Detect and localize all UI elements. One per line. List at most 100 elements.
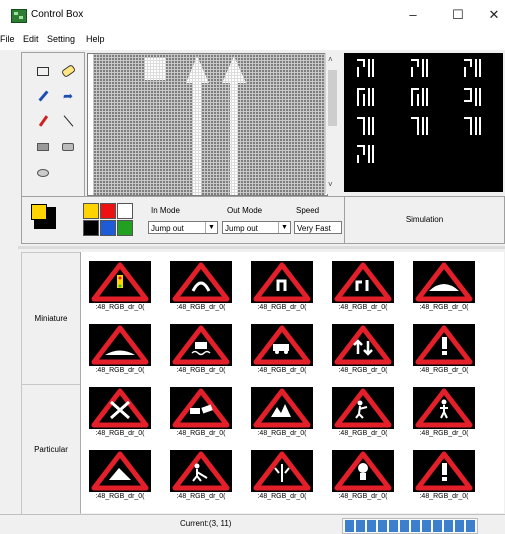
progress-block [389,520,398,532]
simulation-label: Simulation [405,215,444,224]
sign-thumbnail[interactable]: :48_RGB_dr_0( [251,387,313,440]
sign-thumbnail[interactable]: :48_RGB_dr_0( [170,324,232,377]
warning-sign-icon [89,450,151,492]
minimize-button[interactable]: – [393,4,433,26]
editor-arrows [145,56,246,195]
warning-sign-icon [170,450,232,492]
sign-thumbnail-label: :48_RGB_dr_0( [176,493,226,500]
scroll-thumb[interactable] [328,70,337,126]
status-text: Current:(3, 11) [180,519,232,528]
sign-thumbnail-label: :48_RGB_dr_0( [419,304,469,311]
color-swatch-green[interactable] [117,220,133,236]
sign-thumbnail[interactable]: :48_RGB_dr_0( [332,261,394,314]
sign-thumbnail[interactable]: :48_RGB_dr_0( [413,387,475,440]
sign-thumbnail-label: :48_RGB_dr_0( [419,493,469,500]
fill-icon[interactable]: ➦ [60,89,76,103]
color-swatch-red[interactable] [100,203,116,219]
simulation-button[interactable]: Simulation [344,196,505,244]
in-mode-select[interactable]: Jump out ▼ [148,221,218,234]
menu-help[interactable]: Help [86,34,105,44]
sign-thumbnail[interactable]: :48_RGB_dr_0( [170,387,232,440]
selection-block [145,58,166,80]
progress-block [378,520,387,532]
sign-thumbnail[interactable]: :48_RGB_dr_0( [251,261,313,314]
sign-thumbnail[interactable]: :48_RGB_dr_0( [332,387,394,440]
in-mode-value: Jump out [151,224,184,233]
app-icon [11,9,27,23]
maximize-button[interactable]: ☐ [438,4,478,26]
sign-thumbnail[interactable]: :48_RGB_dr_0( [413,450,475,503]
sign-thumbnail-label: :48_RGB_dr_0( [176,430,226,437]
scroll-up-icon[interactable]: ˄ [328,55,333,64]
sign-thumbnail[interactable]: :48_RGB_dr_0( [89,450,151,503]
sign-thumbnail[interactable]: :48_RGB_dr_0( [89,324,151,377]
sign-thumbnail-label: :48_RGB_dr_0( [95,493,145,500]
sign-thumbnail-label: :48_RGB_dr_0( [419,367,469,374]
progress-bar [342,518,478,534]
color-swatch-yellow[interactable] [83,203,99,219]
sign-thumbnail[interactable]: :48_RGB_dr_0( [170,261,232,314]
sign-thumbnail[interactable]: :48_RGB_dr_0( [413,261,475,314]
sign-thumbnail-label: :48_RGB_dr_0( [95,367,145,374]
rectangle-icon[interactable] [35,64,51,78]
pixel-canvas[interactable] [93,54,325,195]
menu-bar: File Edit Setting Help [0,30,505,50]
title-bar: Control Box – ☐ ✕ [0,0,505,30]
out-mode-label: Out Mode [227,206,263,215]
warning-sign-icon [332,450,394,492]
warning-sign-icon [251,387,313,429]
color-swatch-blue[interactable] [100,220,116,236]
progress-block [411,520,420,532]
out-mode-select[interactable]: Jump out ▼ [222,221,291,234]
tab-particular[interactable]: Particular [21,384,81,515]
sign-thumbnail-label: :48_RGB_dr_0( [338,430,388,437]
sign-thumbnail-label: :48_RGB_dr_0( [257,430,307,437]
sign-thumbnail[interactable]: :48_RGB_dr_0( [89,387,151,440]
menu-edit[interactable]: Edit [23,34,39,44]
sign-thumbnail[interactable]: :48_RGB_dr_0( [251,450,313,503]
progress-block [367,520,376,532]
led-editor-grid[interactable] [87,53,328,196]
speed-select[interactable]: Very Fast [294,221,342,234]
scroll-down-icon[interactable]: ˅ [328,180,333,189]
progress-block [356,520,365,532]
sign-thumbnail[interactable]: :48_RGB_dr_0( [170,450,232,503]
ellipse-icon[interactable] [35,166,51,180]
out-mode-value: Jump out [225,224,258,233]
sign-thumbnail-label: :48_RGB_dr_0( [257,367,307,374]
rounded-rect-icon[interactable] [60,140,76,154]
sign-thumbnail-label: :48_RGB_dr_0( [95,304,145,311]
color-swatch-white[interactable] [117,203,133,219]
tab-miniature[interactable]: Miniature [21,252,81,385]
pencil-icon[interactable] [35,114,51,128]
sign-thumbnail[interactable]: :48_RGB_dr_0( [251,324,313,377]
sign-thumbnail-label: :48_RGB_dr_0( [95,430,145,437]
color-swatch-black[interactable] [83,220,99,236]
chevron-down-icon[interactable]: ▼ [278,222,290,233]
sign-thumbnail[interactable]: :48_RGB_dr_0( [332,324,394,377]
menu-file[interactable]: File [0,34,15,44]
sign-thumbnail-label: :48_RGB_dr_0( [176,304,226,311]
current-color-swatch[interactable] [31,204,56,229]
sign-thumbnail-label: :48_RGB_dr_0( [338,367,388,374]
editor-scrollbar[interactable]: ˄ ˅ [325,53,340,194]
warning-sign-icon [251,450,313,492]
filled-rect-icon[interactable] [35,140,51,154]
line-icon[interactable] [60,114,76,128]
sign-thumbnail-label: :48_RGB_dr_0( [338,493,388,500]
warning-sign-icon [413,387,475,429]
color-mode-panel: In Mode Out Mode Speed Jump out ▼ Jump o… [21,196,345,244]
sign-thumbnail[interactable]: :48_RGB_dr_0( [89,261,151,314]
menu-setting[interactable]: Setting [47,34,75,44]
sign-thumbnail-label: :48_RGB_dr_0( [419,430,469,437]
sign-thumbnail[interactable]: :48_RGB_dr_0( [332,450,394,503]
sign-thumbnail[interactable]: :48_RGB_dr_0( [413,324,475,377]
eraser-icon[interactable] [60,63,76,79]
simulation-glyphs [357,59,481,163]
chevron-down-icon[interactable]: ▼ [205,222,217,233]
sign-thumbnail-label: :48_RGB_dr_0( [257,304,307,311]
close-button[interactable]: ✕ [483,4,505,26]
warning-sign-icon [251,324,313,366]
eyedropper-icon[interactable] [35,89,51,103]
sign-gallery: :48_RGB_dr_0( :48_RGB_dr_0( :48_RGB_dr_0(:… [80,252,504,513]
